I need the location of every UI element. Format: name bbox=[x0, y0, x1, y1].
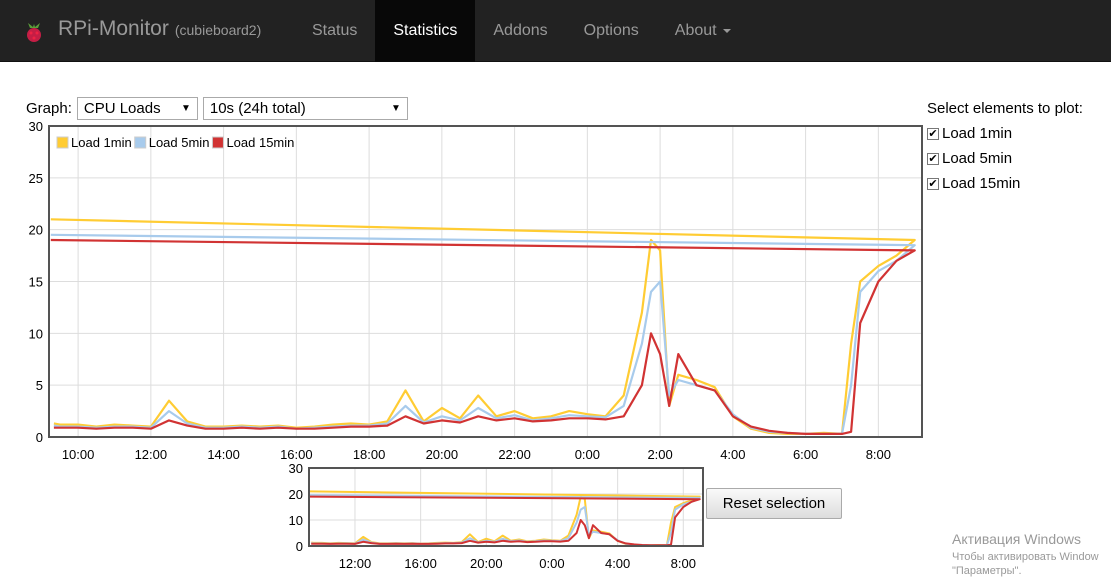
legend-swatch bbox=[56, 136, 69, 149]
legend-swatch bbox=[134, 136, 147, 149]
watermark-line: Активация Windows bbox=[952, 531, 1082, 547]
main-chart[interactable]: 05101520253010:00 12:00 14:00 16:00 18:00 20:… bbox=[0, 110, 930, 470]
x-tick-label: 16:00 bbox=[404, 556, 437, 571]
series-line-load-15min bbox=[50, 238, 916, 435]
windows-activation-watermark: Активация Windows Чтобы активировать Win… bbox=[952, 531, 1099, 577]
x-tick-label: 12:00 bbox=[135, 447, 168, 462]
navbar: RPi-Monitor (cubieboard2) Status Statist… bbox=[0, 0, 1111, 62]
app-title: RPi-Monitor bbox=[58, 17, 169, 40]
x-tick-label: 4:00 bbox=[720, 447, 745, 462]
caret-down-icon bbox=[722, 28, 731, 33]
series-selector-title: Select elements to plot: bbox=[927, 100, 1083, 117]
y-tick-label: 5 bbox=[36, 378, 43, 393]
series-selector: Select elements to plot: ✔ Load 1min ✔ Loa… bbox=[927, 100, 1083, 192]
x-tick-label: 0:00 bbox=[539, 556, 564, 571]
nav-addons[interactable]: Addons bbox=[475, 0, 565, 62]
y-tick-label: 30 bbox=[289, 461, 303, 476]
x-tick-label: 8:00 bbox=[671, 556, 696, 571]
x-tick-label: 8:00 bbox=[866, 447, 891, 462]
nav-options[interactable]: Options bbox=[566, 0, 657, 62]
legend-label: Load 5min bbox=[149, 135, 210, 150]
watermark-line: "Параметры". bbox=[952, 565, 1022, 577]
raspberry-logo-icon bbox=[27, 23, 41, 42]
series-label: Load 5min bbox=[942, 150, 1013, 167]
y-tick-label: 20 bbox=[29, 223, 43, 238]
y-tick-label: 0 bbox=[296, 539, 303, 554]
legend-label: Load 1min bbox=[71, 135, 132, 150]
reset-selection-button[interactable]: Reset selection bbox=[706, 488, 842, 519]
x-tick-label: 10:00 bbox=[62, 447, 95, 462]
plot-border bbox=[308, 467, 704, 547]
x-tick-label: 6:00 bbox=[793, 447, 818, 462]
y-tick-label: 30 bbox=[29, 119, 43, 134]
series-checkbox-load15[interactable]: ✔ Load 15min bbox=[927, 175, 1083, 192]
legend-swatch bbox=[211, 136, 224, 149]
x-tick-label: 14:00 bbox=[207, 447, 240, 462]
y-tick-label: 15 bbox=[29, 275, 43, 290]
series-line-load-5min bbox=[50, 233, 916, 435]
x-tick-label: 12:00 bbox=[339, 556, 372, 571]
watermark-line: Чтобы активировать Window bbox=[952, 551, 1099, 563]
y-tick-label: 20 bbox=[289, 487, 303, 502]
series-line-load-1min bbox=[50, 218, 916, 435]
y-tick-label: 25 bbox=[29, 171, 43, 186]
nav-statistics[interactable]: Statistics bbox=[375, 0, 476, 62]
y-tick-label: 10 bbox=[289, 513, 303, 528]
series-label: Load 1min bbox=[942, 125, 1013, 142]
legend-label: Load 15min bbox=[226, 135, 294, 150]
y-tick-label: 0 bbox=[36, 430, 43, 445]
nav-about-label: About bbox=[674, 22, 717, 39]
nav-status[interactable]: Status bbox=[294, 0, 375, 62]
y-tick-label: 10 bbox=[29, 326, 43, 341]
brand[interactable]: RPi-Monitor (cubieboard2) bbox=[58, 17, 261, 41]
series-checkbox-load5[interactable]: ✔ Load 5min bbox=[927, 150, 1083, 167]
series-checkbox-load1[interactable]: ✔ Load 1min bbox=[927, 125, 1083, 142]
overview-chart[interactable]: 0 10 20 30 12:00 16:00 20:00 0:00 4:00 8:00 bbox=[280, 460, 710, 580]
nav-about[interactable]: About bbox=[657, 0, 749, 62]
series-label: Load 15min bbox=[942, 175, 1021, 192]
x-tick-label: 20:00 bbox=[470, 556, 503, 571]
host-name: (cubieboard2) bbox=[174, 22, 262, 38]
x-tick-label: 4:00 bbox=[605, 556, 630, 571]
